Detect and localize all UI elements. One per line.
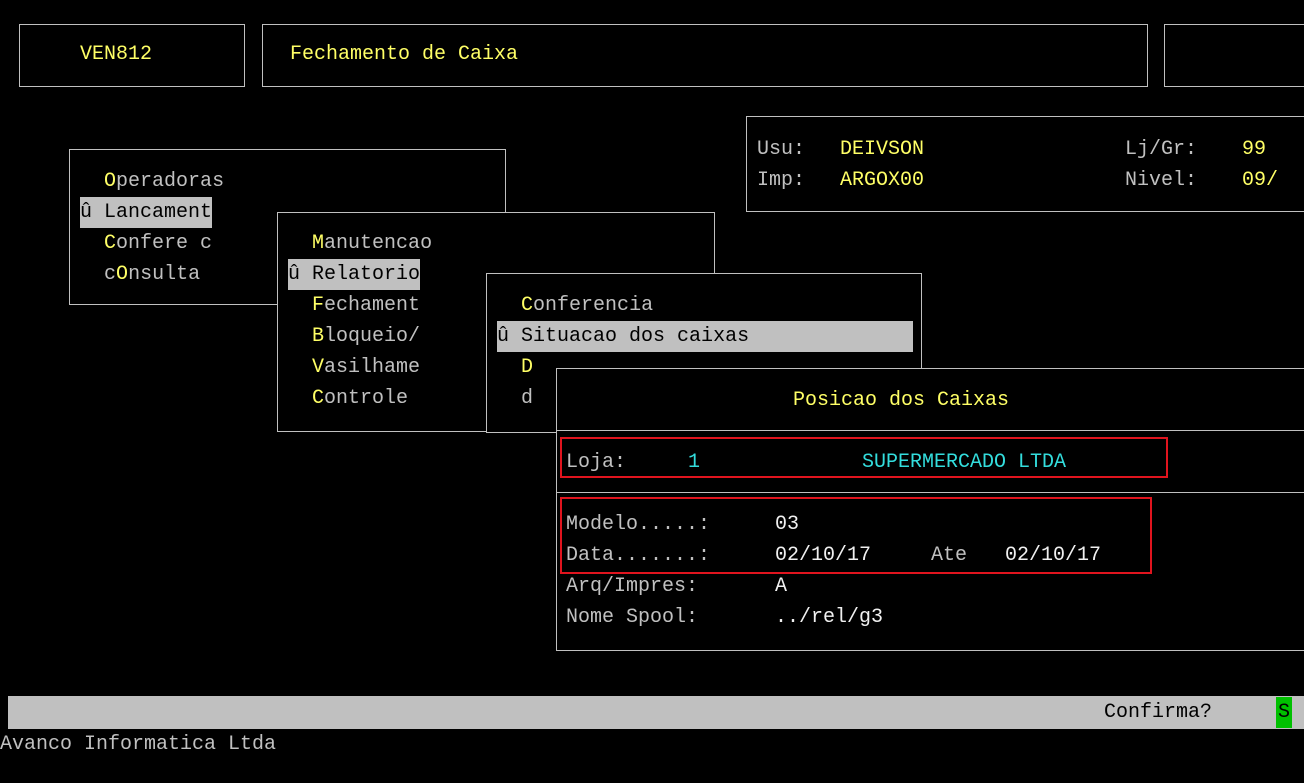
store-group-value: 99 [1242, 138, 1267, 161]
submenu-item-fechamento[interactable]: Fechament [288, 290, 420, 321]
store-group-label: Lj/Gr: [1125, 138, 1198, 161]
printer-label: Imp: [757, 169, 806, 192]
menu-item-confere[interactable]: Confere c [80, 228, 212, 259]
submenu-item-bloqueio[interactable]: Bloqueio/ [288, 321, 420, 352]
user-info-panel [746, 116, 1304, 212]
submenu-item-controle[interactable]: Controle [288, 383, 408, 414]
level-label: Nivel: [1125, 169, 1198, 192]
menu-item-operadoras[interactable]: Operadoras [80, 166, 224, 197]
spool-value[interactable]: ../rel/g3 [775, 602, 883, 633]
report-item-conferencia[interactable]: Conferencia [497, 290, 653, 321]
screen-title: Fechamento de Caixa [290, 43, 519, 66]
menu-item-lancamentos[interactable]: û Lancament [80, 197, 213, 228]
user-value: DEIVSON [840, 138, 925, 161]
submenu-item-vasilhame[interactable]: Vasilhame [288, 352, 420, 383]
report-item-d-lower[interactable]: d [497, 383, 533, 414]
program-code: VEN812 [80, 43, 153, 66]
store-callout-box [560, 437, 1168, 478]
confirm-answer-input[interactable]: S [1276, 697, 1293, 728]
output-label: Arq/Impres: [566, 575, 699, 598]
spool-label: Nome Spool: [566, 606, 699, 629]
report-item-situacao-dos-caixas[interactable]: û Situacao dos caixas [497, 321, 913, 352]
user-label: Usu: [757, 138, 806, 161]
model-date-callout-box [560, 497, 1152, 574]
menu-item-consulta[interactable]: cOnsulta [80, 259, 200, 290]
dialog-divider-top [556, 430, 1304, 431]
submenu-item-manutencao[interactable]: Manutencao [288, 228, 432, 259]
dialog-title: Posicao dos Caixas [793, 389, 1010, 412]
dialog-divider-mid [556, 492, 1304, 493]
printer-value: ARGOX00 [840, 169, 925, 192]
company-name: Avanco Informatica Ltda [0, 733, 277, 756]
output-value[interactable]: A [775, 571, 787, 602]
header-right-box [1164, 24, 1304, 87]
confirm-prompt: Confirma? [1104, 701, 1213, 724]
submenu-item-relatorio[interactable]: û Relatorio [288, 259, 421, 290]
level-value: 09/ [1242, 169, 1279, 192]
report-item-d[interactable]: D [497, 352, 533, 383]
